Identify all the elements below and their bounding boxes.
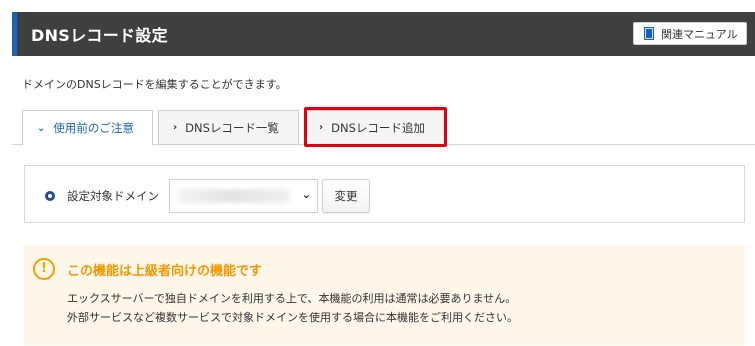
change-button[interactable]: 変更 bbox=[322, 179, 370, 213]
tab-dns-record-add[interactable]: › DNSレコード追加 bbox=[304, 110, 447, 145]
tab-dns-record-list[interactable]: › DNSレコード一覧 bbox=[158, 110, 299, 145]
chevron-down-icon: ⌄ bbox=[37, 122, 46, 134]
warning-panel: ! この機能は上級者向けの機能です エックスサーバーで独自ドメインを利用する上で… bbox=[24, 245, 745, 345]
tab-label: DNSレコード追加 bbox=[331, 120, 425, 135]
tab-label: DNSレコード一覧 bbox=[185, 120, 279, 135]
tab-precautions[interactable]: ⌄ 使用前のご注意 bbox=[22, 110, 153, 146]
chevron-right-icon: › bbox=[319, 122, 324, 133]
chevron-down-icon: ⌄ bbox=[301, 188, 311, 201]
domain-select[interactable]: ⌄ bbox=[169, 179, 318, 213]
redacted-domain bbox=[178, 189, 290, 203]
page-title: DNSレコード設定 bbox=[31, 26, 168, 45]
related-manual-label: 関連マニュアル bbox=[661, 27, 738, 41]
warning-title: この機能は上級者向けの機能です bbox=[67, 264, 263, 279]
domain-label: 設定対象ドメイン bbox=[67, 189, 159, 203]
chevron-right-icon: › bbox=[173, 122, 178, 133]
domain-selector-panel: 設定対象ドメイン ⌄ 変更 bbox=[24, 165, 745, 223]
page-header: DNSレコード設定 関連マニュアル bbox=[12, 12, 755, 56]
domain-radio[interactable] bbox=[45, 191, 55, 201]
related-manual-button[interactable]: 関連マニュアル bbox=[633, 22, 747, 45]
exclamation-icon: ! bbox=[33, 258, 55, 280]
page-description: ドメインのDNSレコードを編集することができます。 bbox=[22, 78, 287, 91]
warning-text: エックスサーバーで独自ドメインを利用する上で、本機能の利用は通常は必要ありません… bbox=[67, 292, 517, 305]
warning-text: 外部サービスなど複数サービスで対象ドメインを使用する場合に本機能をご利用ください… bbox=[67, 311, 518, 324]
book-icon bbox=[644, 27, 654, 40]
tab-label: 使用前のご注意 bbox=[53, 121, 134, 135]
